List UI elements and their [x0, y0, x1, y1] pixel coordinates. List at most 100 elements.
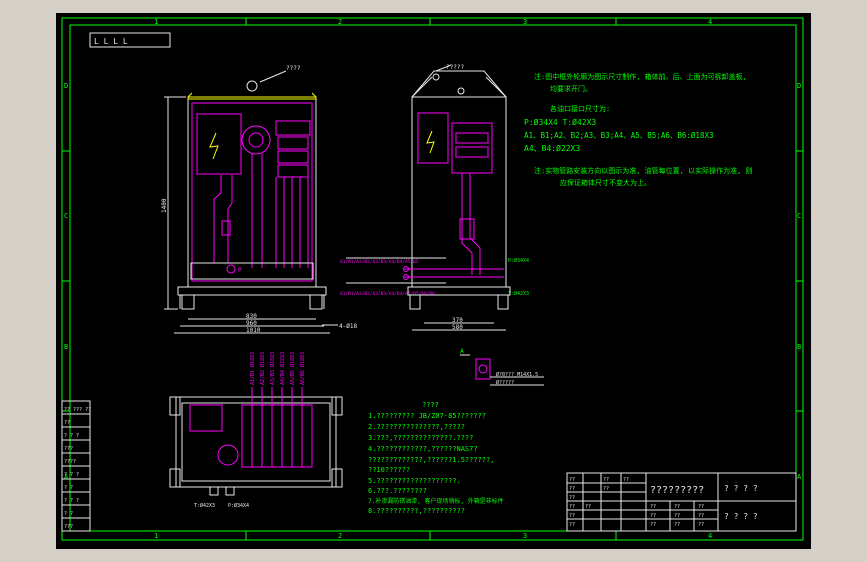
side-view: ????? P:Ø34X4 T:Ø42X3 370 580	[403, 64, 529, 331]
zone-row-a-right: A	[797, 473, 802, 481]
tech-req-title: ????	[422, 401, 439, 409]
svg-text:??: ??	[569, 513, 575, 519]
tech-req-1: 1.????????? JB/Z07-85???????	[368, 412, 486, 420]
tech-req-5: 5.???????????????????.	[368, 477, 461, 485]
tech-requirements: ???? 1.????????? JB/Z07-85??????? 2.????…	[368, 401, 504, 515]
title-block-company: ? ? ? ?	[724, 512, 758, 521]
lifting-eye-icon	[246, 80, 258, 92]
tech-req-6: 6.???.????????	[368, 487, 427, 495]
zone-row-b-left: B	[64, 343, 68, 351]
svg-text:??: ??	[603, 477, 609, 483]
svg-text:??: ??	[569, 495, 575, 501]
svg-text:??: ??	[623, 477, 629, 483]
top-port-t-label: T:Ø42X3	[194, 502, 215, 509]
detail-a: A Ø?0??? M14X1.5 Ø?????	[460, 348, 544, 386]
zone-col-3-top: 3	[523, 18, 527, 26]
cabinet-base	[177, 286, 327, 296]
svg-text:?? ??? ??: ?? ??? ??	[64, 407, 91, 413]
detail-note-2: Ø?????	[496, 379, 514, 386]
svg-text:??: ??	[698, 513, 704, 519]
svg-text:??: ??	[650, 522, 656, 528]
title-block-title: ?????????	[650, 485, 704, 496]
note-line-5: A1、B1;A2、B2;A3、B3;A4、A5、B5;A6、B6:Ø18X3	[524, 131, 714, 140]
svg-text:L L L L: L L L L	[94, 37, 128, 46]
front-view: ???? P 1400 830 960 1010 4-Ø18	[161, 65, 357, 334]
zone-col-2-bottom: 2	[338, 532, 342, 540]
svg-text:??: ??	[569, 477, 575, 483]
front-top-callout: ????	[286, 65, 301, 72]
svg-text:??: ??	[650, 513, 656, 519]
note-line-2: 均要求开门。	[550, 84, 592, 93]
zone-col-1-bottom: 1	[154, 532, 158, 540]
svg-text:???: ???	[64, 524, 73, 530]
svg-text:??: ??	[569, 504, 575, 510]
tech-req-8: 8.??????????,??????????	[368, 507, 465, 515]
title-block: ????????? ? ? ? ? ? ? ? ? ?? ?? ?? ?? ??…	[566, 472, 797, 532]
front-port-p-label: P	[238, 267, 242, 274]
zone-row-d-right: D	[797, 82, 801, 90]
top-port-label-1: A1/B1 Ø18X3	[249, 352, 256, 385]
front-width-dim-mid: 960	[246, 320, 257, 327]
zone-row-c-left: C	[64, 212, 68, 220]
cad-drawing: 1 2 3 4 1 2 3 4 D C B A D C B A L L L L …	[61, 17, 804, 541]
top-port-label-5: A5/B5 Ø18X3	[289, 352, 296, 385]
side-port-p-label: P:Ø34X4	[508, 257, 529, 264]
svg-text:? ? ?: ? ? ?	[64, 433, 79, 439]
note-line-4: P:Ø34X4 T:Ø42X3	[524, 117, 596, 127]
corner-mark: L L L L	[89, 32, 171, 48]
note-line-6: A4、B4:Ø22X3	[524, 143, 580, 153]
title-block-sub: ? ? ? ?	[724, 484, 758, 493]
zone-col-1-top: 1	[154, 18, 158, 26]
motor-pump	[241, 125, 271, 155]
side-width-dim-outer: 580	[452, 324, 463, 331]
tech-req-4: 4.????????????,??????NAS7?	[368, 445, 478, 453]
top-port-label-4: A4/B4 Ø22X3	[279, 352, 286, 385]
svg-text:??: ??	[585, 504, 591, 510]
top-view: T:Ø42X3 P:Ø34X4 A1/B1 Ø18X3 A2/B2 Ø18X3 …	[169, 352, 343, 509]
tech-req-2: 2.???????????????,?????	[368, 423, 465, 431]
zone-row-d-left: D	[64, 82, 68, 90]
electric-hazard-icon	[209, 132, 219, 160]
side-width-dim-inner: 370	[452, 317, 463, 324]
side-electrical-box	[417, 112, 449, 164]
top-port-label-6: A6/B6 Ø18X3	[299, 352, 306, 385]
drawing-canvas: 1 2 3 4 1 2 3 4 D C B A D C B A L L L L …	[56, 13, 811, 549]
top-port-label-2: A2/B2 Ø18X3	[259, 352, 266, 385]
svg-text:???: ???	[64, 446, 73, 452]
svg-text:??: ??	[674, 504, 680, 510]
zone-col-4-bottom: 4	[708, 532, 712, 540]
svg-text:??: ??	[674, 513, 680, 519]
svg-text:??: ??	[698, 504, 704, 510]
electrical-box	[196, 113, 242, 175]
svg-text:??: ??	[569, 522, 575, 528]
svg-text:??: ??	[603, 486, 609, 492]
svg-text:????: ????	[64, 459, 76, 465]
tech-req-3: 3.???,??????????????.????	[368, 434, 473, 442]
svg-text:??: ??	[569, 486, 575, 492]
top-motor	[217, 444, 239, 466]
top-port-p-label: P:Ø34X4	[228, 502, 249, 509]
note-line-8: 应保证箱体尺寸不变大为上。	[560, 178, 651, 187]
zone-col-2-top: 2	[338, 18, 342, 26]
svg-text:??: ??	[64, 420, 70, 426]
zone-col-3-bottom: 3	[523, 532, 527, 540]
detail-label: A	[460, 348, 464, 355]
tech-req-7: 7.补渗漏防锈油漆, 客户现场销标, 外箱是非标件	[368, 497, 504, 505]
note-line-7: 注:实物管路安装方向以图示为准, 油管每位置, 以实际操作为准, 则	[534, 166, 753, 175]
svg-text:??: ??	[698, 522, 704, 528]
side-top-callout: ?????	[446, 64, 464, 71]
top-electrical-box	[189, 404, 223, 432]
lower-line-note: A1/B1/A2/B2/A3/B3/A4/B4/A5/B5/A6/B6	[340, 291, 435, 297]
svg-text:? ?: ? ?	[64, 511, 73, 517]
front-width-dim-outer: 1010	[246, 327, 261, 334]
left-table: ?? ??? ?? ?? ? ? ? ??? ???? ? ? ? ? ? ? …	[61, 400, 91, 532]
top-port-label-3: A3/B3 Ø18X3	[269, 352, 276, 385]
zone-col-4-top: 4	[708, 18, 712, 26]
side-port-t-label: T:Ø42X3	[508, 290, 529, 297]
svg-text:??: ??	[674, 522, 680, 528]
zone-row-c-right: C	[797, 212, 801, 220]
front-width-dim-inner: 830	[246, 313, 257, 320]
upper-line-note: A1/B1/A2/B2/A3/B3/A4/B4/A5/B5	[340, 259, 419, 265]
note-line-1: 注:图中框外轮廓为图示尺寸制作, 箱体前、后、上面为可拆卸盖板,	[534, 72, 747, 81]
svg-text:??: ??	[650, 504, 656, 510]
